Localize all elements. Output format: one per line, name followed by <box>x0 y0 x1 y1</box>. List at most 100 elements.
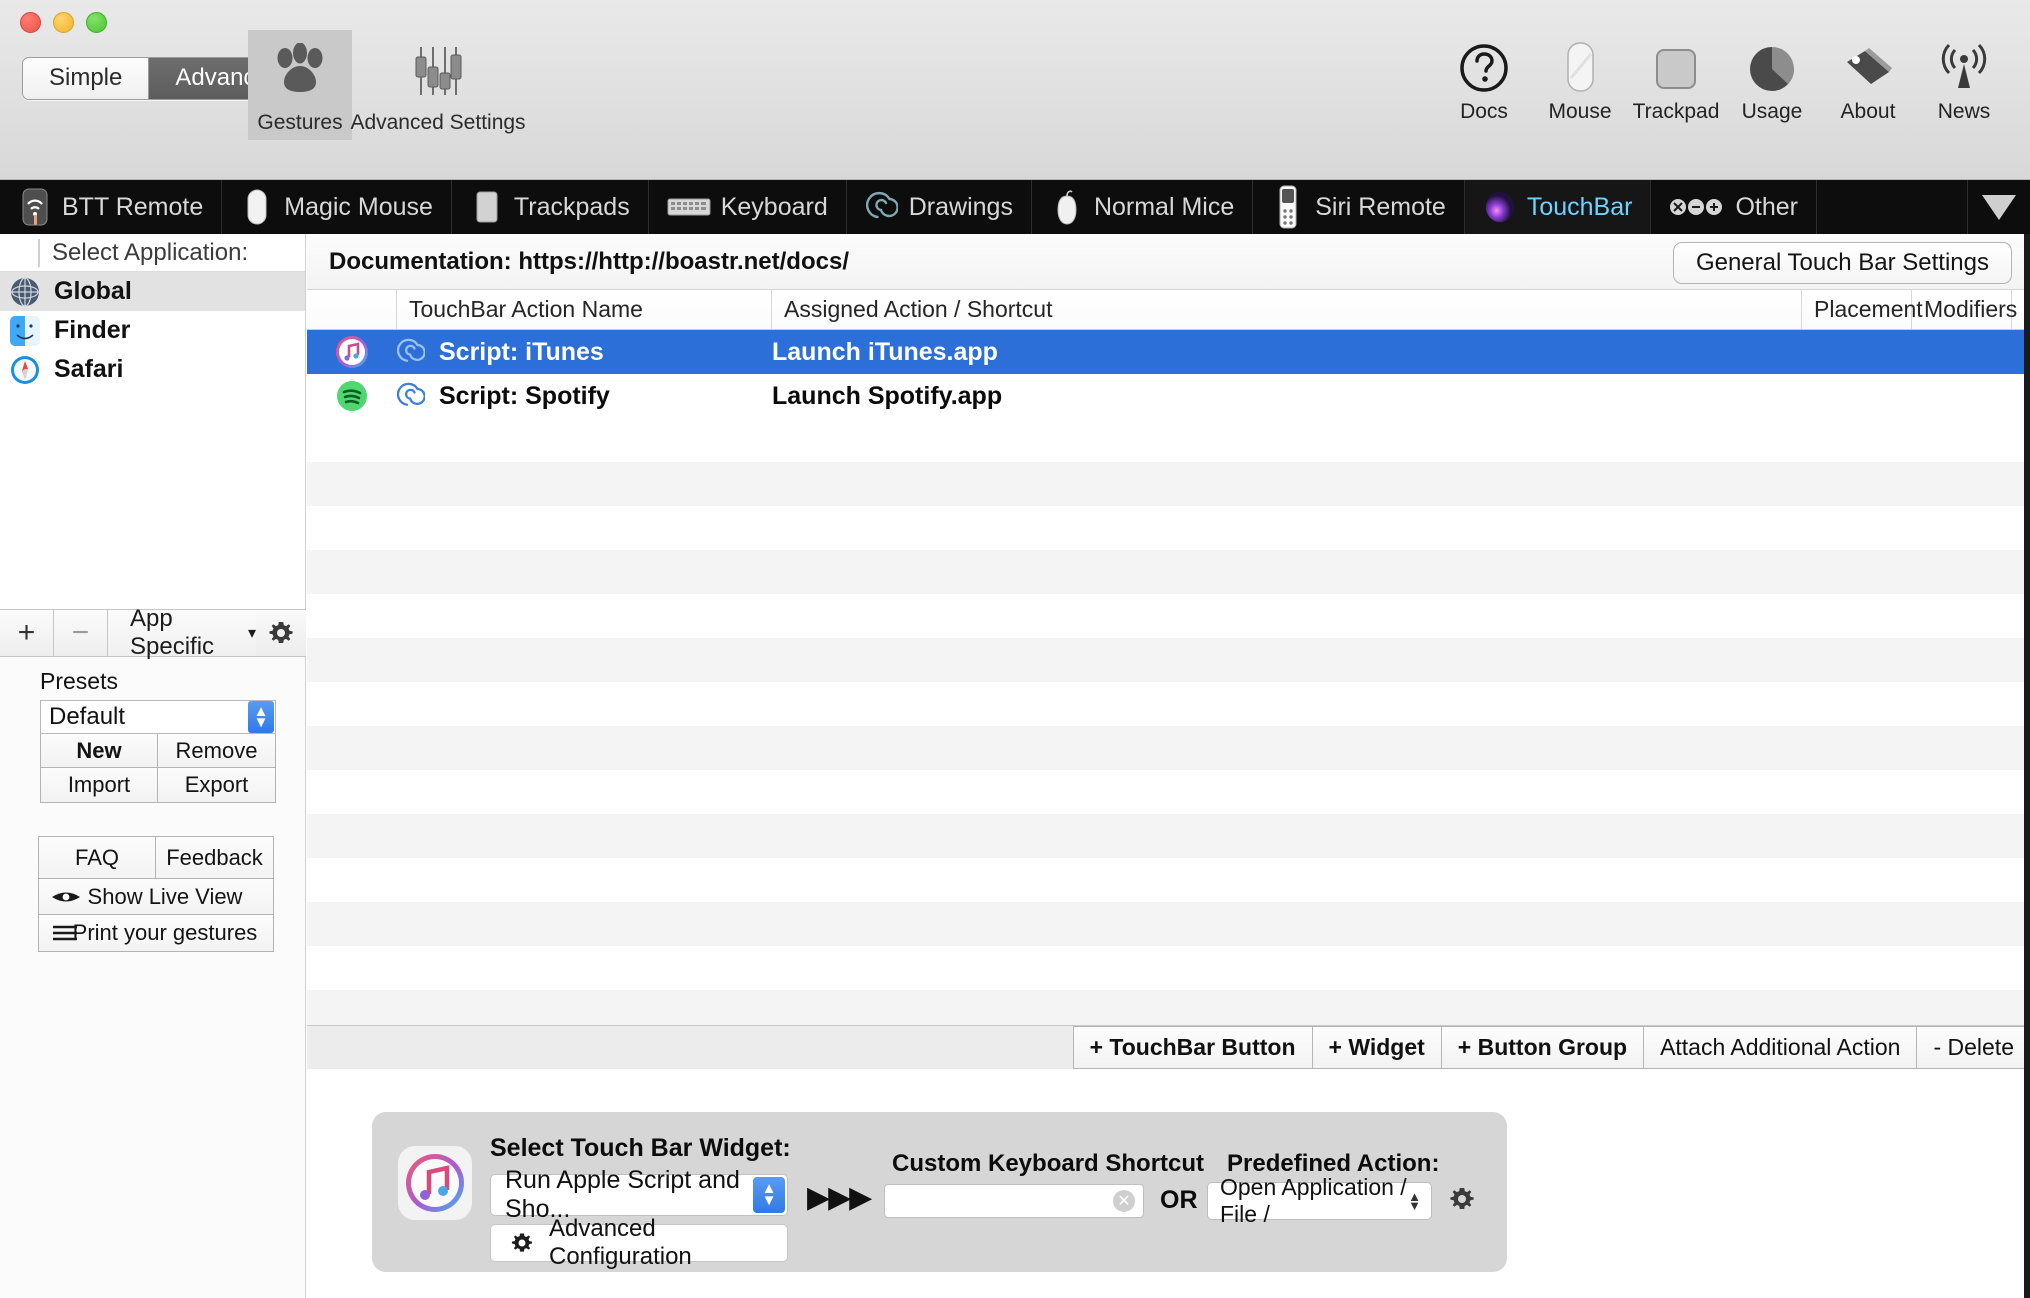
clear-circle-icon[interactable]: ✕ <box>1113 1190 1135 1212</box>
toolbar-item-trackpad[interactable]: Trackpad <box>1628 32 1724 124</box>
add-widget-button[interactable]: + Widget <box>1312 1026 1442 1069</box>
predefined-stepper-icon[interactable]: ▲ ▼ <box>1408 1190 1421 1212</box>
app-specific-popup[interactable]: App Specific ▾ <box>108 605 256 660</box>
add-application-button[interactable]: + <box>0 610 54 656</box>
hamburger-lines-icon <box>51 923 79 943</box>
tab-keyboard[interactable]: Keyboard <box>649 180 847 234</box>
add-touchbar-button-button[interactable]: + TouchBar Button <box>1073 1026 1313 1069</box>
sidebar-gear-icon[interactable] <box>256 610 306 656</box>
question-circle-icon <box>1458 32 1510 94</box>
help-button-group: FAQ Feedback Show Live View Print your g… <box>38 836 274 952</box>
general-touch-bar-settings-button[interactable]: General Touch Bar Settings <box>1672 242 2012 284</box>
toolbar-item-about[interactable]: About <box>1820 32 1916 124</box>
chevron-down-icon: ▾ <box>247 625 256 642</box>
sidebar-item-global[interactable]: Global <box>0 272 305 311</box>
table-header-assigned-action[interactable]: Assigned Action / Shortcut <box>772 290 1802 329</box>
header-divider <box>38 238 40 267</box>
toolbar-item-usage[interactable]: Usage <box>1724 32 1820 124</box>
main-panel: Documentation: https://http://boastr.net… <box>307 234 2030 1298</box>
itunes-icon <box>398 1146 472 1220</box>
attach-additional-action-button[interactable]: Attach Additional Action <box>1644 1026 1918 1069</box>
documentation-link[interactable]: Documentation: https://http://boastr.net… <box>329 248 849 276</box>
table-cell-name-text: Script: iTunes <box>439 337 604 366</box>
predefined-action-value: Open Application / File / <box>1220 1174 1407 1227</box>
toolbar-item-docs[interactable]: Docs <box>1436 32 1532 124</box>
traffic-light-buttons <box>20 12 107 33</box>
tab-magic-mouse[interactable]: Magic Mouse <box>222 180 452 234</box>
safari-icon <box>10 355 40 385</box>
toolbar-item-label: Advanced Settings <box>350 111 526 134</box>
segment-simple[interactable]: Simple <box>23 58 149 99</box>
table-row[interactable]: Script: Spotify Launch Spotify.app <box>307 374 2030 418</box>
advanced-configuration-button[interactable]: Advanced Configuration <box>490 1215 788 1270</box>
presets-section: Default ▲ ▼ New Remove Import Export <box>40 700 276 803</box>
sidebar-item-label: Finder <box>54 316 131 344</box>
toolbar-item-advanced-settings[interactable]: Advanced Settings <box>338 30 538 140</box>
predefined-action-gear-icon[interactable] <box>1447 1184 1477 1214</box>
toolbar-item-mouse[interactable]: Mouse <box>1532 32 1628 124</box>
add-button-group-button[interactable]: + Button Group <box>1441 1026 1645 1069</box>
touchbar-orb-icon <box>1483 187 1517 227</box>
sidebar-item-finder[interactable]: Finder <box>0 311 305 350</box>
table-cell-name: Script: Spotify <box>397 382 772 411</box>
select-application-label: Select Application: <box>52 238 249 266</box>
device-tab-bar: BTT Remote Magic Mouse Trackpads Keyboar… <box>0 180 2030 234</box>
preset-select[interactable]: Default ▲ ▼ <box>40 700 276 734</box>
spiral-icon <box>397 382 425 410</box>
preset-remove-button[interactable]: Remove <box>158 734 275 768</box>
spiral-icon <box>397 338 425 366</box>
minimize-window-button[interactable] <box>53 12 74 33</box>
globe-icon <box>10 276 40 307</box>
delete-button[interactable]: - Delete <box>1917 1026 2030 1069</box>
siri-remote-icon <box>1271 185 1305 229</box>
trackpad-icon <box>1652 32 1700 94</box>
toolbar-item-label: Gestures <box>257 111 343 134</box>
triangle-down-icon[interactable] <box>1968 180 2030 234</box>
preset-import-button[interactable]: Import <box>41 768 158 802</box>
widget-stepper-icon[interactable]: ▲ ▼ <box>753 1177 785 1213</box>
print-gestures-button[interactable]: Print your gestures <box>39 915 273 951</box>
tab-siri-remote[interactable]: Siri Remote <box>1253 180 1465 234</box>
faq-button[interactable]: FAQ <box>39 837 156 879</box>
toolbar-item-label: Mouse <box>1548 100 1612 123</box>
remove-application-button[interactable]: − <box>54 610 108 656</box>
toolbar-item-label: Usage <box>1741 100 1803 123</box>
tab-normal-mice[interactable]: Normal Mice <box>1032 180 1254 234</box>
table-row-empty <box>307 462 2030 506</box>
btt-remote-icon <box>18 187 52 227</box>
zoom-window-button[interactable] <box>86 12 107 33</box>
application-list: Global Finder Safari <box>0 272 305 628</box>
table-header-modifiers[interactable]: Modifiers <box>1912 290 2017 329</box>
tab-label: Other <box>1735 192 1798 221</box>
toolbar-item-gestures[interactable]: Gestures <box>248 30 352 140</box>
table-row-empty <box>307 418 2030 462</box>
eye-icon <box>51 887 81 907</box>
paw-icon <box>269 38 331 104</box>
custom-shortcut-input[interactable]: ✕ <box>884 1184 1144 1218</box>
predefined-action-select[interactable]: Open Application / File / ▲ ▼ <box>1207 1174 1432 1227</box>
table-cell-assigned-action: Launch Spotify.app <box>772 381 1003 410</box>
table-header-action-name[interactable]: TouchBar Action Name <box>397 290 772 329</box>
magic-mouse-icon <box>240 187 274 227</box>
table-header-icon-col <box>307 290 397 329</box>
toolbar-item-news[interactable]: News <box>1916 32 2012 124</box>
widget-select[interactable]: Run Apple Script and Sho... ▲ ▼ <box>490 1166 788 1223</box>
tab-label: Normal Mice <box>1093 192 1235 221</box>
tab-trackpads[interactable]: Trackpads <box>452 180 649 234</box>
close-window-button[interactable] <box>20 12 41 33</box>
table-header-placement[interactable]: Placement <box>1802 290 1923 329</box>
tab-other[interactable]: Other <box>1651 180 1817 234</box>
table-row[interactable]: Script: iTunes Launch iTunes.app <box>307 330 2030 374</box>
tab-btt-remote[interactable]: BTT Remote <box>0 180 223 234</box>
feedback-button[interactable]: Feedback <box>156 837 273 879</box>
select-application-header: Select Application: <box>0 234 305 272</box>
show-live-view-button[interactable]: Show Live View <box>39 879 273 915</box>
tab-drawings[interactable]: Drawings <box>847 180 1032 234</box>
tab-touchbar[interactable]: TouchBar <box>1464 180 1652 234</box>
or-separator-label: OR <box>1160 1186 1198 1214</box>
sidebar-item-safari[interactable]: Safari <box>0 350 305 389</box>
preset-new-button[interactable]: New <box>41 734 158 768</box>
preset-stepper-icon[interactable]: ▲ ▼ <box>248 701 274 733</box>
toolbar-item-label: News <box>1937 100 1991 123</box>
preset-export-button[interactable]: Export <box>158 768 275 802</box>
